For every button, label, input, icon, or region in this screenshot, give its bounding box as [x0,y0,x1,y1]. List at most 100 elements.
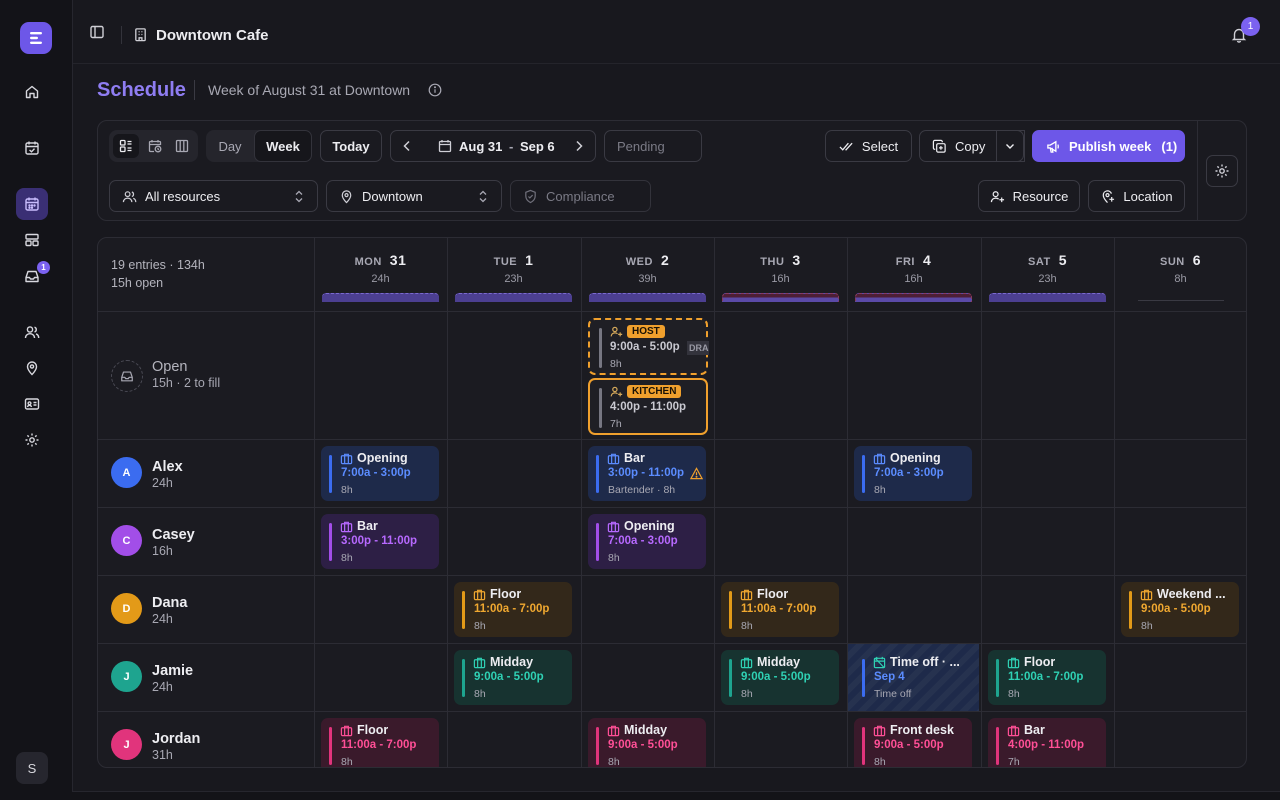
schedule-grid: 19 entries · 134h 15h open Open 15h · 2 … [97,237,1247,768]
staff-name: Jamie [152,663,194,679]
view-day-tab[interactable]: Day [206,130,254,162]
chevron-up-down-icon [295,190,303,203]
layout-icon[interactable] [16,224,48,256]
shift-card[interactable]: Floor 11:00a - 7:00p 8h [721,582,839,637]
shift-card[interactable]: Bar 4:00p - 11:00p 7h [988,718,1106,767]
day-name-label: FRI [895,256,915,268]
open-row-title: Open [152,359,188,375]
copy-dropdown-button[interactable] [996,130,1024,162]
add-resource-button[interactable]: Resource [978,180,1080,212]
column-divider [981,238,982,767]
coverage-bar [322,293,439,302]
shift-card[interactable]: Opening 7:00a - 3:00p 8h [854,446,972,501]
warning-icon[interactable] [690,467,703,480]
top-bar: Downtown Cafe 1 [73,0,1280,64]
staff-hours: 24h [152,680,173,694]
open-shift-card[interactable]: HOST 9:00a - 5:00p 8h DRAFT [588,318,709,375]
app-logo[interactable] [20,22,52,54]
shift-card[interactable]: Opening 7:00a - 3:00p 8h [588,514,706,569]
day-header[interactable]: SAT 5 23h [981,238,1114,310]
shift-title: Opening [890,451,941,465]
staff-hours: 31h [152,748,173,762]
add-location-button[interactable]: Location [1088,180,1185,212]
resources-select-value: All resources [145,188,221,204]
day-number: 6 [1192,252,1202,268]
calendar-clock-icon[interactable] [143,134,167,158]
day-name: SUN 6 [1114,252,1246,268]
location-select[interactable]: Downtown [326,180,502,212]
shift-card[interactable]: Floor 11:00a - 7:00p 8h [321,718,439,767]
shift-card[interactable]: Midday 9:00a - 5:00p 8h [454,650,572,705]
briefcase-icon [473,588,486,601]
settings-gear-icon[interactable] [1206,155,1238,187]
shift-time: 9:00a - 5:00p [474,671,544,683]
row-divider [98,439,1246,440]
home-icon[interactable] [16,76,48,108]
shift-card[interactable]: Floor 11:00a - 7:00p 8h [454,582,572,637]
chevron-right-icon[interactable] [571,138,587,154]
shift-card[interactable]: Midday 9:00a - 5:00p 8h [588,718,706,767]
shift-card[interactable]: Bar 3:00p - 11:00p Bartender · 8h [588,446,706,501]
logo-icon [30,32,42,44]
shift-card[interactable]: Midday 9:00a - 5:00p 8h [721,650,839,705]
chevron-left-icon[interactable] [399,138,415,154]
calendar-off-icon [873,656,886,669]
briefcase-icon [1140,588,1153,601]
shift-card[interactable]: Weekend ... 9:00a - 5:00p 8h [1121,582,1239,637]
compliance-filter[interactable]: Compliance [510,180,651,212]
shift-card[interactable]: Front desk 9:00a - 5:00p 8h [854,718,972,767]
publish-week-button[interactable]: Publish week (1) [1032,130,1185,162]
shift-title: Weekend ... [1157,587,1226,601]
shift-card[interactable]: Floor 11:00a - 7:00p 8h [988,650,1106,705]
day-hours: 16h [904,273,923,285]
calendar-check-icon[interactable] [16,132,48,164]
user-avatar[interactable]: S [16,752,48,784]
notification-badge: 1 [1241,17,1260,36]
resources-select[interactable]: All resources [109,180,318,212]
users-icon[interactable] [16,316,48,348]
info-icon[interactable] [428,83,442,97]
shift-meta: 8h [741,688,753,700]
entries-summary: 19 entries · 134h [111,258,205,272]
time-off-card[interactable]: Time off · ... Sep 4 Time off [848,644,979,711]
shift-meta: 8h [874,484,886,496]
grid-view-icon[interactable] [113,134,139,158]
location-title[interactable]: Downtown Cafe [156,27,269,44]
day-header[interactable]: SUN 6 8h [1114,238,1246,310]
shift-title: Midday [757,655,801,669]
select-button[interactable]: Select [825,130,912,162]
shift-meta: 8h [341,484,353,496]
briefcase-icon [607,520,620,533]
id-card-icon[interactable] [16,388,48,420]
shift-stripe [329,727,332,765]
day-name-label: THU [760,256,785,268]
shift-card[interactable]: Opening 7:00a - 3:00p 8h [321,446,439,501]
row-divider [98,507,1246,508]
page-title: Schedule [97,79,186,101]
publish-count: (1) [1161,138,1178,154]
day-header[interactable]: FRI 4 16h [847,238,980,310]
calendar-icon[interactable] [16,188,48,220]
pending-filter[interactable]: Pending [604,130,702,162]
map-pin-icon[interactable] [16,352,48,384]
day-header[interactable]: MON 31 24h [314,238,447,310]
view-week-tab[interactable]: Week [254,130,312,162]
day-header[interactable]: TUE 1 23h [447,238,580,310]
date-range-label[interactable]: Aug 31 - Sep 6 [459,139,555,154]
main-panel: Downtown Cafe 1 Schedule Week of August … [72,0,1280,792]
shift-meta: 8h [474,688,486,700]
row-divider [98,311,1246,312]
columns-icon[interactable] [170,134,194,158]
day-header[interactable]: WED 2 39h [581,238,714,310]
coverage-bar [589,293,706,302]
gear-icon[interactable] [16,424,48,456]
staff-hours: 24h [152,612,173,626]
staff-name: Dana [152,595,188,611]
shift-stripe [462,591,465,629]
day-header[interactable]: THU 3 16h [714,238,847,310]
today-button[interactable]: Today [320,130,382,162]
shift-card[interactable]: Bar 3:00p - 11:00p 8h [321,514,439,569]
shift-time: 11:00a - 7:00p [341,739,417,751]
open-shift-card[interactable]: KITCHEN 4:00p - 11:00p 7h [588,378,708,435]
sidebar-toggle-icon[interactable] [89,24,109,44]
